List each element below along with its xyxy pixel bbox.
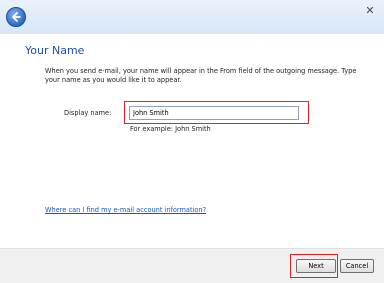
wizard-footer: Next Cancel [0, 248, 384, 283]
display-name-example: For example: John Smith [130, 125, 211, 133]
back-button[interactable] [6, 7, 26, 27]
wizard-content: Your Name When you send e-mail, your nam… [0, 34, 384, 248]
cancel-button[interactable]: Cancel [340, 259, 374, 273]
title-bar: ✕ [0, 0, 384, 35]
page-title: Your Name [25, 44, 85, 57]
next-button-highlight [290, 254, 338, 278]
instructions-text: When you send e-mail, your name will app… [45, 67, 357, 84]
close-icon[interactable]: ✕ [363, 4, 377, 18]
back-arrow-icon [12, 12, 21, 22]
display-name-label: Display name: [64, 109, 112, 117]
display-name-highlight [124, 101, 309, 124]
account-info-help-link[interactable]: Where can I find my e-mail account infor… [45, 206, 206, 214]
